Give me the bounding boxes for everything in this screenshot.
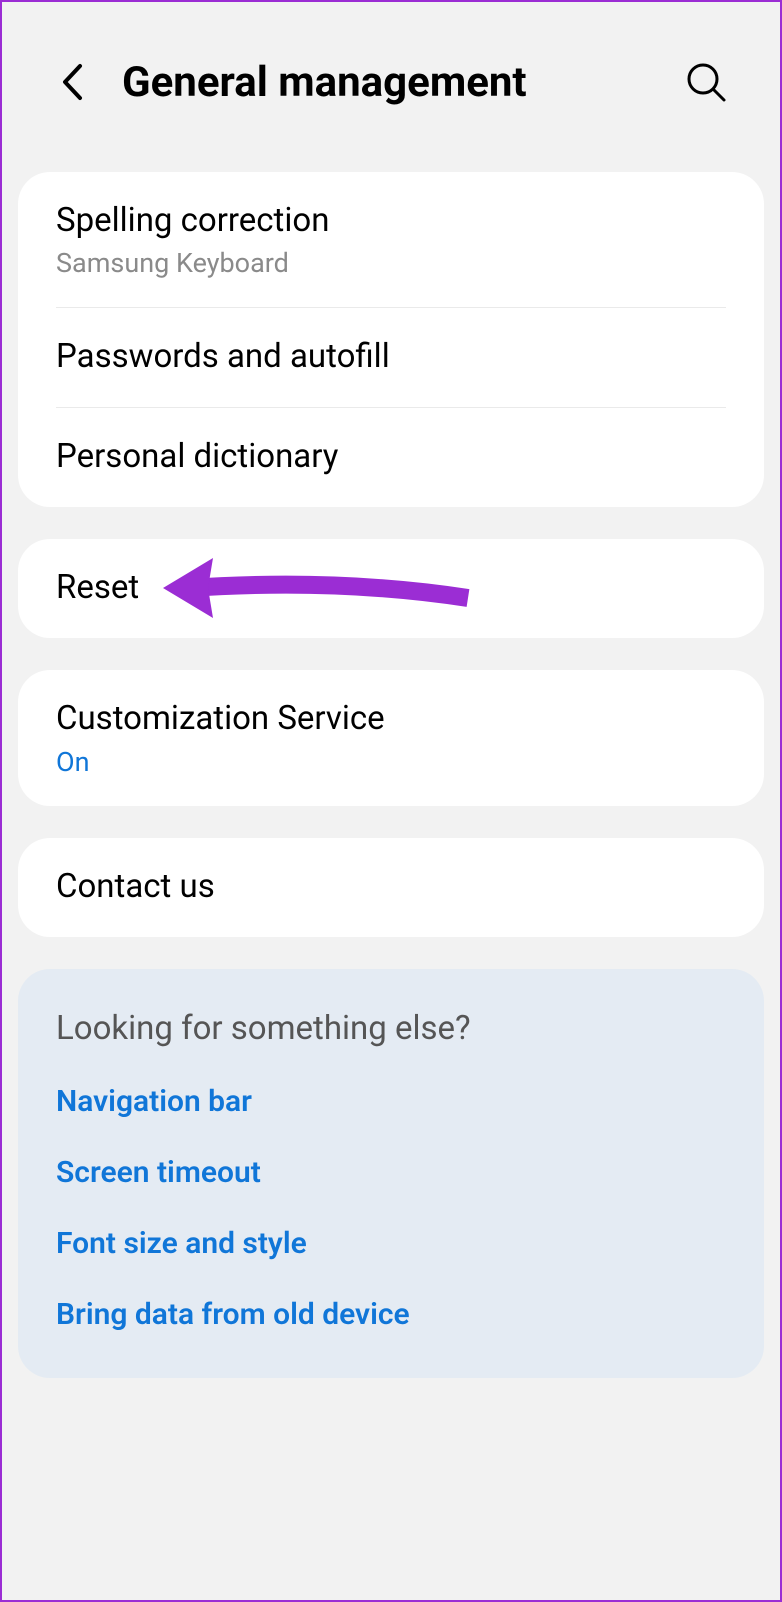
suggestions-section: Looking for something else? Navigation b… [18, 969, 764, 1378]
item-title: Contact us [56, 866, 726, 909]
item-title: Customization Service [56, 698, 726, 741]
settings-section: Reset [18, 539, 764, 638]
header: General management [2, 2, 780, 172]
settings-section: Contact us [18, 838, 764, 937]
item-subtitle: Samsung Keyboard [56, 247, 726, 279]
link-navigation-bar[interactable]: Navigation bar [56, 1084, 726, 1119]
item-spelling-correction[interactable]: Spelling correction Samsung Keyboard [18, 172, 764, 307]
settings-section: Spelling correction Samsung Keyboard Pas… [18, 172, 764, 507]
item-title: Spelling correction [56, 200, 726, 243]
link-screen-timeout[interactable]: Screen timeout [56, 1155, 726, 1190]
back-icon [61, 63, 83, 101]
item-customization-service[interactable]: Customization Service On [18, 670, 764, 807]
suggestions-title: Looking for something else? [56, 1009, 726, 1048]
search-icon [685, 61, 727, 103]
item-contact-us[interactable]: Contact us [18, 838, 764, 937]
link-bring-data[interactable]: Bring data from old device [56, 1297, 726, 1332]
item-title: Passwords and autofill [56, 336, 726, 379]
item-reset[interactable]: Reset [18, 539, 764, 638]
page-title: General management [122, 58, 682, 107]
item-title: Personal dictionary [56, 436, 726, 479]
settings-section: Customization Service On [18, 670, 764, 807]
item-status: On [56, 746, 726, 778]
back-button[interactable] [52, 62, 92, 102]
item-personal-dictionary[interactable]: Personal dictionary [18, 408, 764, 507]
item-passwords-autofill[interactable]: Passwords and autofill [18, 308, 764, 407]
item-title: Reset [56, 567, 726, 610]
link-font-size-style[interactable]: Font size and style [56, 1226, 726, 1261]
search-button[interactable] [682, 58, 730, 106]
